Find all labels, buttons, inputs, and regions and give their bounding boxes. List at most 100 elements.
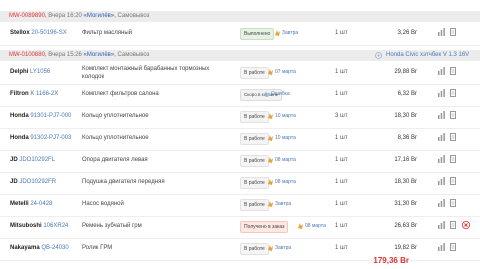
document-icon[interactable]: [450, 199, 456, 207]
item-actions: [438, 177, 472, 187]
item-price: 17,16 Br: [394, 157, 417, 163]
item-actions: [438, 28, 472, 38]
item-actions: [438, 67, 472, 77]
order-header: MW-0100880, Вчера 15:26 «Могилёв», Самов…: [0, 50, 480, 61]
item-quantity: 1 шт: [335, 179, 348, 185]
document-icon[interactable]: [450, 133, 456, 141]
item-quantity: 1 шт: [335, 30, 348, 36]
stats-bars-icon[interactable]: [438, 133, 445, 141]
order-item-row: Stellox 20-50196-SX Фильтр масляный Выпо…: [0, 23, 480, 46]
item-brand[interactable]: JD JDO10292FL: [10, 157, 55, 163]
status-badge: Выполнено: [240, 28, 275, 40]
order-date: Вчера 15:26: [48, 52, 82, 58]
item-quantity: 1 шт: [335, 245, 348, 251]
stats-bars-icon[interactable]: [438, 28, 445, 36]
item-brand[interactable]: Honda 91301-PJ7-000: [10, 113, 71, 119]
order-date: Вчера 16:20: [48, 13, 82, 19]
order-number[interactable]: MW-0089890,: [9, 13, 47, 19]
cancel-x-icon[interactable]: [462, 221, 470, 229]
status-badge: В работе: [240, 111, 269, 123]
stats-bars-icon[interactable]: [438, 177, 445, 185]
item-description: Опора двигателя левая: [82, 157, 148, 163]
item-price: 31,30 Br: [394, 201, 417, 207]
order-item-row: Filtron K 1166-2X Комплект фильтров салон…: [0, 84, 480, 107]
status-badge: В работе: [240, 177, 269, 189]
item-actions: [438, 133, 472, 143]
car-model[interactable]: Honda Civic хэтчбек V 1.3 16V: [386, 50, 469, 61]
document-icon[interactable]: [450, 221, 456, 229]
document-icon[interactable]: [450, 89, 456, 97]
document-icon[interactable]: [450, 28, 456, 36]
delivery-bird-icon: [268, 200, 273, 207]
delivery-bird-icon: [268, 134, 273, 141]
item-quantity: 1 шт: [335, 69, 348, 75]
order-item-row: Metelli 24-0428 Насос водяной В работе Завт…: [0, 194, 480, 217]
order-item-row: Honda 91301-PJ7-000 Кольцо уплотнительное…: [0, 106, 480, 129]
item-description: Ремень зубчатый грм: [82, 223, 142, 229]
item-brand[interactable]: Honda 91302-PJ7-003: [10, 135, 71, 141]
delivery-bird-icon: [275, 29, 280, 36]
document-icon[interactable]: [450, 243, 456, 251]
item-quantity: 1 шт: [335, 91, 348, 97]
item-brand[interactable]: Filtron K 1166-2X: [10, 91, 58, 97]
order-item-row: Honda 91302-PJ7-003 Кольцо уплотнительное…: [0, 128, 480, 151]
stats-bars-icon[interactable]: [438, 155, 445, 163]
delivery-bird-icon: [268, 244, 273, 251]
stats-bars-icon[interactable]: [438, 243, 445, 251]
delivery-bird-icon: [268, 156, 273, 163]
stats-bars-icon[interactable]: [438, 111, 445, 119]
item-price: 18,30 Br: [394, 113, 417, 119]
stats-bars-icon[interactable]: [438, 221, 445, 229]
order-total: 179,36 Br: [373, 256, 409, 265]
item-quantity: 1 шт: [335, 157, 348, 163]
item-price: 18,30 Br: [394, 179, 417, 185]
item-quantity: 1 шт: [335, 223, 348, 229]
item-description: Фильтр масляный: [82, 30, 133, 36]
delivery-bird-icon: [268, 68, 273, 75]
document-icon[interactable]: [450, 111, 456, 119]
item-actions: [438, 89, 472, 99]
item-quantity: 1 шт: [335, 135, 348, 141]
delivery-date: Ошибка: [264, 89, 290, 99]
orders-page: MW-0089890, Вчера 16:20 «Могилёв», Самов…: [0, 0, 480, 269]
status-badge: Получено в заказ: [240, 221, 289, 233]
order-item-row: Delphi LY1056 Комплект монтажный барабанн…: [0, 62, 480, 85]
item-description: Кольцо уплотнительное: [82, 135, 149, 141]
item-brand[interactable]: Stellox 20-50196-SX: [10, 30, 67, 36]
order-city[interactable]: «Могилёв»,: [84, 52, 116, 58]
item-brand[interactable]: Nakayama QB-24030: [10, 245, 69, 251]
document-icon[interactable]: [450, 67, 456, 75]
delivery-bird-icon: [298, 222, 303, 229]
item-description: Насос водяной: [82, 201, 124, 207]
item-actions: [438, 243, 472, 253]
document-icon[interactable]: [450, 155, 456, 163]
order-city[interactable]: «Могилёв»,: [84, 13, 116, 19]
delivery-date: 08 марта: [268, 155, 296, 165]
stats-bars-icon[interactable]: [438, 67, 445, 75]
item-price: 8,36 Br: [397, 135, 417, 141]
delivery-date: 08 марта: [268, 177, 296, 187]
item-price: 26,63 Br: [394, 223, 417, 229]
item-quantity: 1 шт: [335, 201, 348, 207]
stats-bars-icon[interactable]: [438, 199, 445, 207]
order-item-row: JD JDO10292FR Подушка двигателя передняя В…: [0, 172, 480, 195]
item-brand[interactable]: Delphi LY1056: [10, 69, 50, 75]
item-brand[interactable]: JD JDO10292FR: [10, 179, 56, 185]
status-badge: В работе: [240, 155, 269, 167]
item-price: 6,32 Br: [397, 91, 417, 97]
delivery-bird-icon: [268, 112, 273, 119]
delivery-date: 07 марта: [268, 67, 296, 77]
document-icon[interactable]: [450, 177, 456, 185]
item-quantity: 3 шт: [335, 113, 348, 119]
item-price: 19,82 Br: [394, 245, 417, 251]
item-price: 29,88 Br: [394, 69, 417, 75]
delivery-date: Завтра: [275, 28, 298, 38]
order-item-row: JD JDO10292FL Опора двигателя левая В рабо…: [0, 150, 480, 173]
delivery-bird-icon: [268, 178, 273, 185]
stats-bars-icon[interactable]: [438, 89, 445, 97]
delivery-bird-icon: [264, 90, 269, 97]
order-number[interactable]: MW-0100880,: [9, 52, 47, 58]
item-price: 3,26 Br: [397, 30, 417, 36]
item-brand[interactable]: Metelli 24-0428: [10, 201, 52, 207]
item-brand[interactable]: Mitsuboshi 106XR24: [10, 223, 68, 229]
